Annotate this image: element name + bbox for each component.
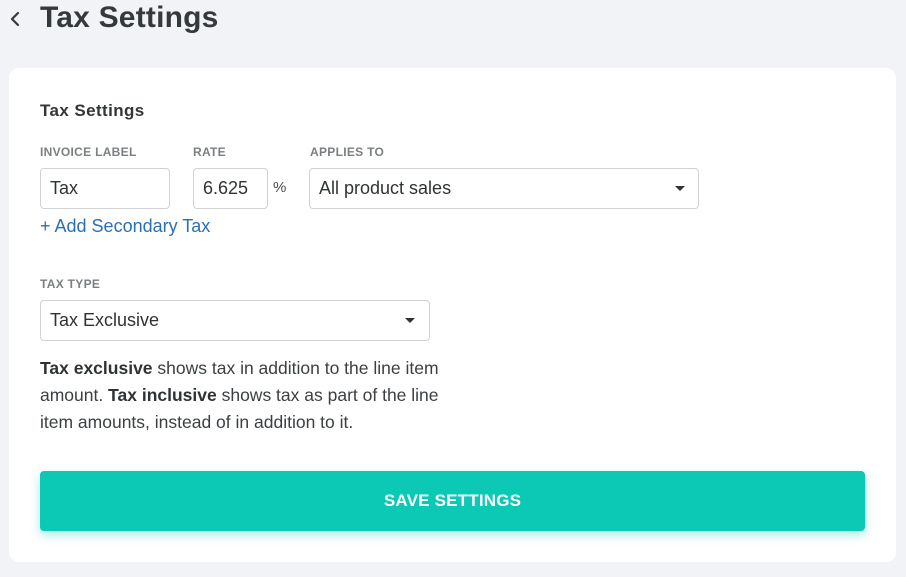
invoice-label-input[interactable] [40,168,170,209]
tax-settings-card: Tax Settings INVOICE LABEL RATE % APPLIE… [9,68,896,562]
percent-unit: % [273,179,287,196]
tax-type-select[interactable]: Tax Exclusive [40,300,430,341]
rate-input[interactable] [193,168,268,209]
tax-type-value: Tax Exclusive [50,310,160,330]
tax-settings-page: Tax Settings Tax Settings INVOICE LABEL … [0,0,906,577]
rate-label: RATE [193,145,226,159]
chevron-left-icon [9,10,21,28]
invoice-label-label: INVOICE LABEL [40,145,137,159]
page-title: Tax Settings [40,1,219,34]
caret-down-icon [675,186,685,191]
applies-to-label: APPLIES TO [310,145,385,159]
applies-to-value: All product sales [319,178,452,198]
applies-to-select[interactable]: All product sales [309,168,699,209]
caret-down-icon [405,318,415,323]
tax-type-help-text: Tax exclusive shows tax in addition to t… [40,355,440,436]
tax-inclusive-term: Tax inclusive [108,385,217,405]
add-secondary-tax-link[interactable]: + Add Secondary Tax [40,216,210,237]
tax-type-label: TAX TYPE [40,277,101,291]
tax-exclusive-term: Tax exclusive [40,358,153,378]
back-button[interactable] [6,8,24,30]
card-title: Tax Settings [40,101,145,120]
save-settings-button[interactable]: SAVE SETTINGS [40,471,865,531]
